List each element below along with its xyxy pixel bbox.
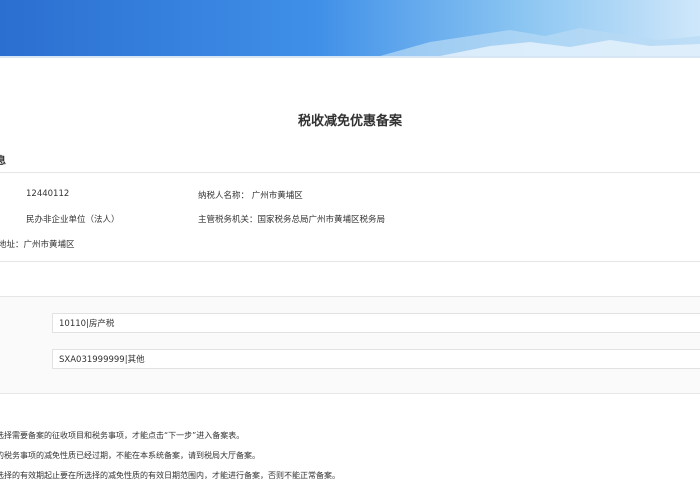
note-item: 的税务事项的减免性质已经过期，不能在本系统备案，请到税局大厅备案。 — [0, 451, 260, 460]
note-item: 选择的有效期起止要在所选择的减免性质的有效日期范围内，才能进行备案，否则不能正常… — [0, 471, 340, 480]
filing-form-panel: 10110|房产税 SXA031999999|其他 — [0, 296, 700, 394]
levy-item-field[interactable]: 10110|房产税 — [52, 313, 700, 333]
note-item: 选择需要备案的征收项目和税务事项，才能点击“下一步”进入备案表。 — [0, 431, 245, 440]
section-title-taxpayer-info: 息 — [0, 156, 6, 167]
taxpayer-type-value: 民办非企业单位（法人） — [26, 215, 120, 225]
tax-matter-field[interactable]: SXA031999999|其他 — [52, 349, 700, 369]
tax-authority-value: 主管税务机关：国家税务总局广州市黄埔区税务局 — [198, 215, 386, 225]
header-divider — [0, 56, 700, 58]
page-title: 税收减免优惠备案 — [297, 114, 402, 129]
taxpayer-name-value: 纳税人名称： 广州市黄埔区 — [198, 191, 303, 201]
header-banner — [0, 0, 700, 56]
mountain-landscape-icon — [380, 28, 700, 56]
taxpayer-id-value: 12440112 — [26, 189, 70, 199]
address-value: 地址：广州市黄埔区 — [0, 240, 75, 250]
taxpayer-info-panel: 12440112 纳税人名称： 广州市黄埔区 民办非企业单位（法人） 主管税务机… — [0, 172, 700, 262]
